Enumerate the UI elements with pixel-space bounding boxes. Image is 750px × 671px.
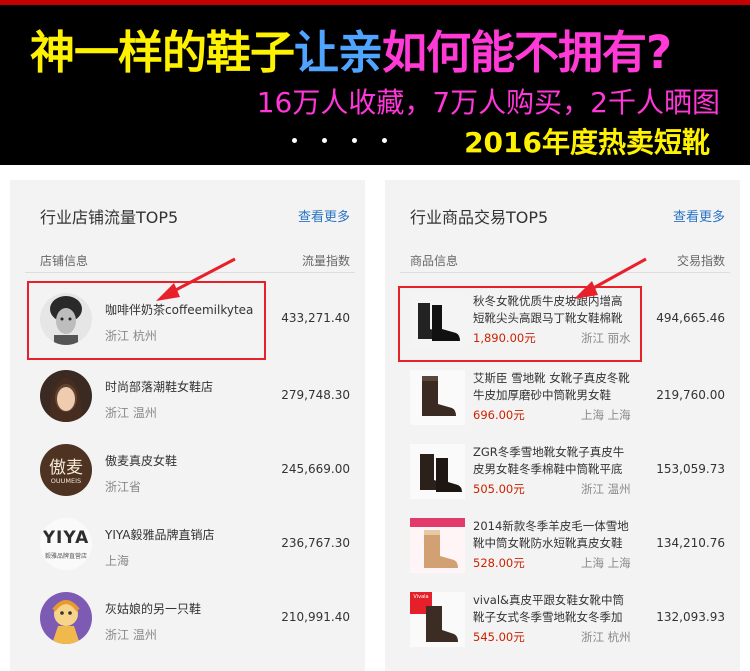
header-divider [400, 272, 730, 273]
banner-top-line [0, 0, 750, 5]
store-ranking-panel: 行业店铺流量TOP5 查看更多 店铺信息 流量指数 咖啡伴奶茶coffeemil… [10, 180, 365, 671]
headline-part-3: 如何能不拥有? [382, 26, 672, 79]
store-name[interactable]: 傲麦真皮女鞋 [105, 452, 177, 469]
product-name[interactable]: vival&真皮平跟女鞋女靴中筒靴子女式冬季雪地靴女冬季加 [473, 592, 633, 626]
portrait-icon [40, 370, 92, 422]
trade-index: 494,665.46 [656, 311, 725, 325]
carousel-dot[interactable] [382, 138, 387, 143]
column-header-index: 交易指数 [676, 254, 725, 268]
arrow-icon [156, 257, 236, 301]
traffic-index: 210,991.40 [281, 610, 350, 624]
trade-index: 219,760.00 [656, 388, 725, 402]
view-more-link[interactable]: 查看更多 [673, 206, 725, 225]
headline-part-1: 神一样的鞋子 [30, 26, 295, 79]
banner-headline: 神一样的鞋子让亲如何能不拥有? [30, 26, 672, 79]
logo-text: YIYA [42, 528, 90, 548]
traffic-index: 433,271.40 [281, 311, 350, 325]
logo-text: 傲麦 [49, 458, 83, 478]
product-location: 上海 上海 [581, 408, 631, 422]
trade-index: 153,059.73 [656, 462, 725, 476]
product-name[interactable]: 艾斯臣 雪地靴 女靴子真皮冬靴牛皮加厚磨砂中筒靴男女鞋 [473, 370, 633, 404]
column-header-info: 商品信息 [410, 254, 459, 268]
product-location: 浙江 温州 [581, 482, 631, 496]
store-name[interactable]: 灰姑娘的另一只鞋 [105, 600, 201, 617]
product-badge: Vivala [413, 594, 429, 600]
logo-subtext: 毅雅品牌直营店 [44, 553, 87, 560]
product-name[interactable]: 2014新款冬季羊皮毛一体雪地靴中筒女靴防水短靴真皮女鞋 [473, 518, 633, 552]
cartoon-icon [40, 592, 92, 644]
banner-tagline: 2016年度热卖短靴 [464, 126, 710, 159]
column-header-index: 流量指数 [301, 254, 350, 268]
traffic-index: 245,669.00 [281, 462, 350, 476]
column-header-info: 店铺信息 [40, 254, 89, 268]
trade-index: 134,210.76 [656, 536, 725, 550]
tan-boot-icon [410, 518, 465, 573]
product-image[interactable]: Vivala [410, 592, 465, 647]
store-location: 浙江 温州 [105, 628, 157, 642]
panel-title: 行业店铺流量TOP5 [40, 208, 179, 227]
store-name[interactable]: 时尚部落潮鞋女鞋店 [105, 378, 213, 395]
product-image[interactable] [410, 370, 465, 425]
product-price: 528.00元 [473, 556, 525, 570]
brand-logo-icon: YIYA 毅雅品牌直营店 [40, 518, 92, 570]
logo-subtext: OUUMEIS [50, 477, 82, 485]
snow-boot-icon [410, 592, 465, 647]
banner-subline: 16万人收藏，7万人购买，2千人晒图 [256, 86, 720, 119]
store-location: 上海 [105, 554, 130, 568]
product-image[interactable] [410, 444, 465, 499]
arrow-icon [574, 257, 647, 299]
store-avatar [40, 370, 92, 422]
traffic-index: 279,748.30 [281, 388, 350, 402]
brand-logo-icon: 傲麦 OUUMEIS [40, 444, 92, 496]
snow-boot-icon [410, 370, 465, 425]
store-avatar [40, 592, 92, 644]
panel-title: 行业商品交易TOP5 [410, 208, 549, 227]
product-ranking-panel: 行业商品交易TOP5 查看更多 商品信息 交易指数 秋冬女靴优质牛皮坡跟内增高短… [385, 180, 740, 671]
product-location: 上海 上海 [581, 556, 631, 570]
product-price: 696.00元 [473, 408, 525, 422]
product-image[interactable] [410, 518, 465, 573]
store-location: 浙江省 [105, 480, 142, 494]
carousel-dot[interactable] [292, 138, 297, 143]
traffic-index: 236,767.30 [281, 536, 350, 550]
product-price: 505.00元 [473, 482, 525, 496]
store-name[interactable]: YIYA毅雅品牌直销店 [105, 526, 214, 543]
trade-index: 132,093.93 [656, 610, 725, 624]
snow-boot-icon [410, 444, 465, 499]
product-name[interactable]: ZGR冬季雪地靴女靴子真皮牛皮男女鞋冬季棉鞋中筒靴平底 [473, 444, 633, 478]
carousel-dot[interactable] [352, 138, 357, 143]
product-location: 浙江 杭州 [581, 630, 631, 644]
view-more-link[interactable]: 查看更多 [298, 206, 350, 225]
promo-banner: 神一样的鞋子让亲如何能不拥有? 16万人收藏，7万人购买，2千人晒图 2016年… [0, 0, 750, 165]
store-location: 浙江 温州 [105, 406, 157, 420]
headline-part-2: 让亲 [294, 26, 383, 79]
product-price: 545.00元 [473, 630, 525, 644]
carousel-dots[interactable] [292, 138, 412, 146]
carousel-dot[interactable] [322, 138, 327, 143]
